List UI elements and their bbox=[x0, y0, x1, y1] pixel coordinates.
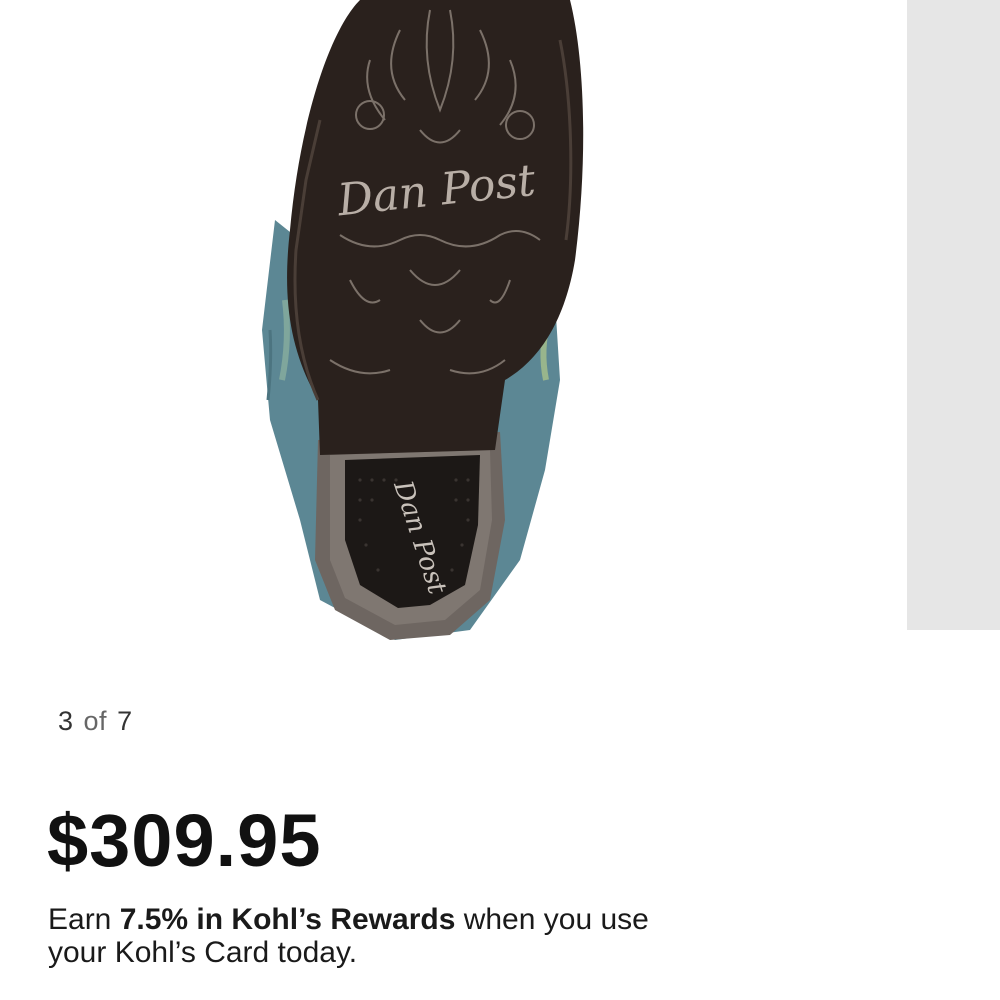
product-image[interactable]: Dan Post Dan Post bbox=[0, 0, 906, 660]
product-price: $309.95 bbox=[47, 799, 322, 882]
rewards-prefix: Earn bbox=[48, 903, 120, 936]
next-image-peek[interactable] bbox=[907, 0, 1000, 630]
image-counter-total: 7 bbox=[117, 706, 133, 736]
rewards-highlight: 7.5% in Kohl’s Rewards bbox=[119, 903, 456, 936]
product-page: Dan Post Dan Post 3 of 7 $309.95 Earn 7.… bbox=[0, 0, 1000, 1000]
rewards-message: Earn 7.5% in Kohl’s Rewards when you use… bbox=[48, 903, 668, 969]
image-counter-current: 3 bbox=[58, 706, 74, 736]
product-image-carousel[interactable]: Dan Post Dan Post bbox=[0, 0, 1000, 660]
image-counter-of: of bbox=[83, 706, 108, 736]
image-counter: 3 of 7 bbox=[58, 706, 133, 737]
